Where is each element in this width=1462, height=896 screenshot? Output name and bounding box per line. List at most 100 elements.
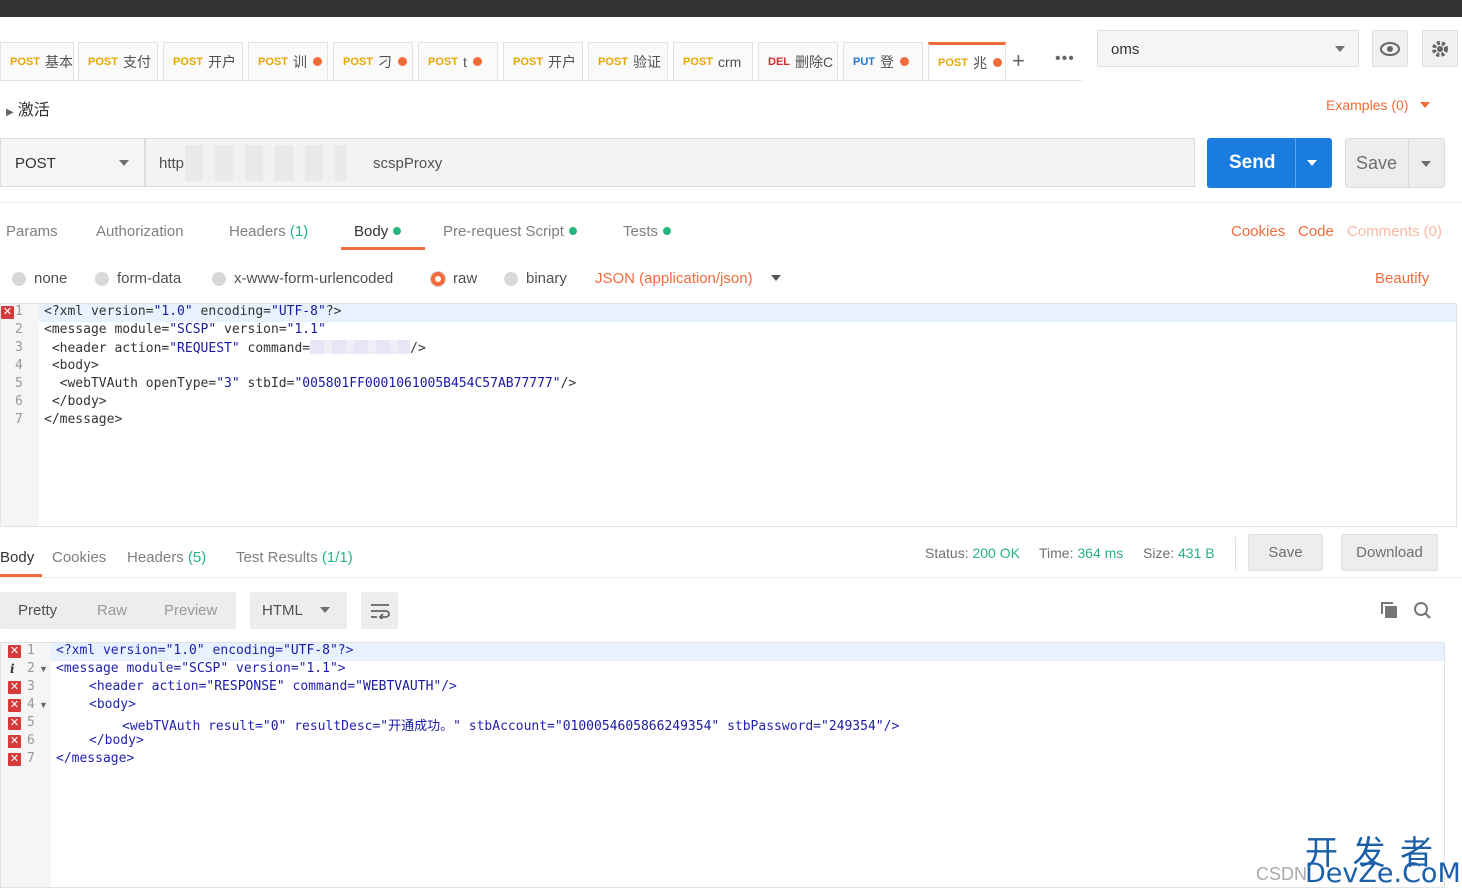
send-button[interactable]: Send (1207, 138, 1332, 188)
line-number: 2 (15, 322, 23, 337)
request-tab[interactable]: DEL 删除C (758, 42, 838, 80)
tab-params-label: Params (6, 223, 58, 240)
error-marker-icon: ✕ (8, 717, 21, 730)
line-number: 3 (15, 340, 23, 355)
tab-method: POST (88, 55, 118, 68)
manage-environments-button[interactable] (1422, 30, 1458, 67)
response-tab-headers[interactable]: Headers (5) (127, 549, 206, 566)
request-tab[interactable]: POST 基本 (0, 42, 74, 80)
headers-count: (1) (289, 223, 309, 240)
request-tab[interactable]: POST t (418, 42, 498, 80)
request-tab[interactable]: POST 训 (248, 42, 328, 80)
response-format-select[interactable]: HTML (250, 592, 347, 629)
wrap-lines-button[interactable] (361, 592, 398, 629)
radio-none[interactable]: none (12, 270, 67, 287)
send-label: Send (1229, 152, 1276, 173)
radio-circle (504, 271, 518, 286)
tab-method: POST (683, 55, 713, 68)
send-options-chevron-icon[interactable] (1307, 160, 1317, 166)
code-line: <webTVAuth openType="3" stbId="005801FF0… (44, 376, 577, 391)
examples-dropdown[interactable]: Examples (0) (1326, 97, 1431, 113)
request-tab[interactable]: PUT 登 (843, 42, 923, 80)
tab-name: 验证 (632, 53, 661, 70)
code-line: <?xml version="1.0" encoding="UTF-8"?> (56, 643, 354, 658)
request-name[interactable]: ▶ 激活 (6, 96, 50, 120)
response-time: Time: 364 ms (1039, 545, 1124, 561)
beautify-link[interactable]: Beautify (1375, 270, 1429, 287)
unsaved-dot (900, 57, 909, 66)
chevron-down-icon (770, 275, 781, 281)
tab-method: POST (598, 55, 628, 68)
radio-urlencoded[interactable]: x-www-form-urlencoded (212, 270, 393, 287)
request-tab[interactable]: POST 刁 (333, 42, 413, 80)
tab-name: 开户 (207, 53, 236, 70)
response-download-button[interactable]: Download (1341, 534, 1438, 571)
comments-link[interactable]: Comments (0) (1347, 223, 1442, 240)
fold-toggle-icon[interactable]: ▼ (39, 700, 48, 710)
request-tab[interactable]: POST 开户 (503, 42, 583, 80)
chevron-down-icon (1335, 46, 1345, 52)
tab-authorization[interactable]: Authorization (96, 223, 184, 240)
response-tab-cookies[interactable]: Cookies (52, 549, 106, 566)
radio-raw[interactable]: raw (431, 270, 477, 287)
tab-body[interactable]: Body (354, 223, 402, 240)
environment-quick-look-button[interactable] (1372, 30, 1408, 67)
unsaved-dot (472, 57, 482, 66)
save-options-chevron-icon[interactable] (1421, 161, 1431, 167)
code-line: </body> (89, 733, 144, 748)
cookies-link[interactable]: Cookies (1231, 223, 1285, 240)
radio-binary-label: binary (526, 270, 567, 287)
request-tab[interactable]: POST 支付 (78, 42, 158, 80)
request-name-text: 激活 (17, 102, 50, 119)
caret-right-icon: ▶ (6, 107, 14, 118)
search-icon[interactable] (1413, 601, 1432, 620)
radio-binary[interactable]: binary (504, 270, 567, 287)
tab-name: 刁 (377, 53, 392, 70)
line-number: 7 (15, 412, 23, 427)
radio-form-data[interactable]: form-data (95, 270, 181, 287)
tab-name: 兆 (972, 54, 987, 71)
view-pretty-button[interactable]: Pretty (18, 602, 57, 619)
more-tabs-icon[interactable]: ••• (1055, 50, 1075, 68)
request-tab[interactable]: POST 验证 (588, 42, 668, 80)
request-tab-strip: POST 基本 POST 支付 POST 开户 POST 训 POST 刁 POST t P… (0, 40, 1082, 81)
radio-circle (95, 271, 109, 286)
request-tab[interactable]: POST crm (673, 42, 753, 80)
format-value: HTML (262, 602, 303, 619)
chevron-down-icon (1420, 102, 1431, 108)
tab-prerequest[interactable]: Pre-request Script (443, 223, 577, 240)
wrap-lines-icon (370, 603, 390, 619)
request-body-editor[interactable]: ✕ 1 2 3 4 5 6 7 <?xml version="1.0" enco… (0, 303, 1457, 527)
radio-form-data-label: form-data (117, 270, 182, 287)
line-number: 2 (27, 661, 35, 676)
line-number: 4 (15, 358, 23, 373)
response-body-viewer[interactable]: ✕ i ✕ ✕ ✕ ✕ ✕ 1 2 3 4 5 6 7 ▼ ▼ <?xml ve… (0, 642, 1445, 888)
status-dot-icon (663, 227, 672, 235)
save-button[interactable]: Save (1345, 138, 1445, 188)
response-save-button[interactable]: Save (1248, 534, 1323, 571)
environment-select[interactable]: oms (1097, 30, 1359, 67)
tab-method: POST (343, 55, 373, 68)
response-status: Status: 200 OK (925, 545, 1020, 561)
tab-headers[interactable]: Headers (1) (229, 223, 308, 240)
new-tab-plus-icon[interactable]: + (1012, 48, 1025, 74)
error-marker-icon: ✕ (1, 306, 14, 319)
raw-type-select[interactable]: JSON (application/json) (595, 270, 781, 287)
code-line: <header action="RESPONSE" command="WEBTV… (89, 679, 457, 694)
fold-toggle-icon[interactable]: ▼ (39, 664, 48, 674)
code-line: <message module="SCSP" version="1.1" (44, 322, 326, 337)
request-tab[interactable]: POST 开户 (163, 42, 243, 80)
copy-icon[interactable] (1380, 601, 1399, 620)
view-preview-button[interactable]: Preview (164, 602, 217, 619)
tab-tests[interactable]: Tests (623, 223, 672, 240)
request-tab-active[interactable]: POST 兆 (928, 42, 1006, 80)
response-tab-tests[interactable]: Test Results (1/1) (236, 549, 353, 566)
view-raw-button[interactable]: Raw (97, 602, 127, 619)
tab-headers-label: Headers (229, 223, 286, 240)
code-link[interactable]: Code (1298, 223, 1334, 240)
code-line: <webTVAuth result="0" resultDesc="开通成功。"… (122, 719, 900, 734)
tab-name: 训 (292, 53, 307, 70)
tab-params[interactable]: Params (6, 223, 58, 240)
response-tab-body[interactable]: Body (0, 549, 34, 566)
examples-label: Examples (0) (1326, 97, 1409, 113)
